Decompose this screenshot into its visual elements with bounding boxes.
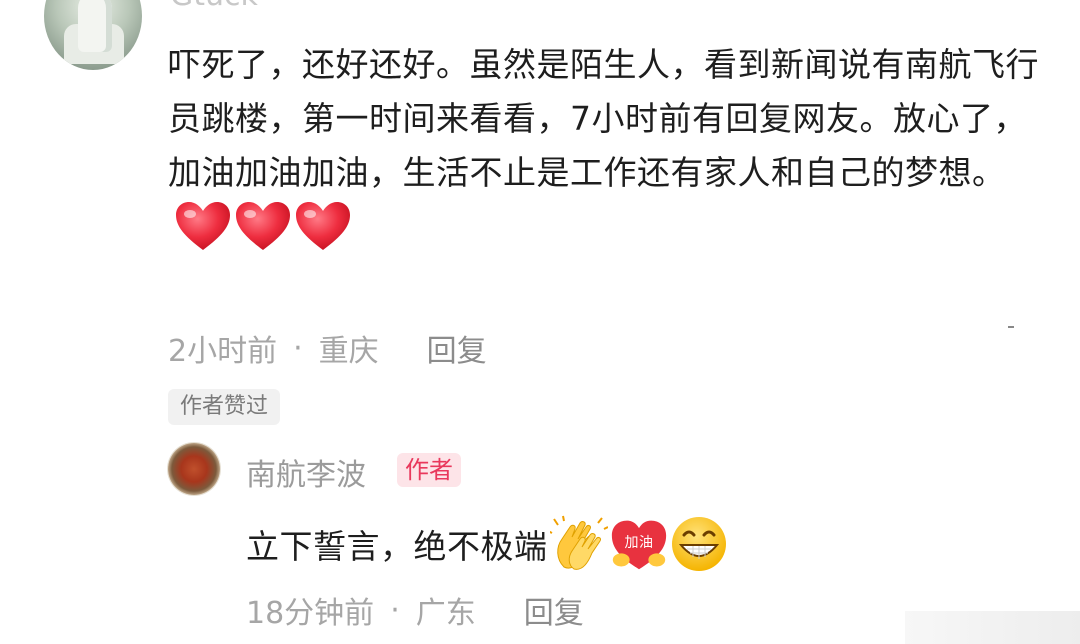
reply-time: 18分钟前 xyxy=(246,596,375,631)
top-comment-avatar[interactable] xyxy=(44,0,142,70)
reply-location: 广东 xyxy=(415,596,476,631)
reply-username[interactable]: 南航李波 xyxy=(246,450,366,494)
grinning-face-icon xyxy=(671,517,726,571)
author-badge: 作者 xyxy=(397,453,461,487)
clapping-hands-icon xyxy=(549,515,608,570)
meta-separator: · xyxy=(293,330,303,366)
top-comment-text: 吓死了，还好还好。虽然是陌生人，看到新闻说有南航飞行员跳楼，第一时间来看看，7小… xyxy=(168,38,1048,256)
jiayou-heart-icon: 加油 xyxy=(611,520,666,570)
meta-separator: · xyxy=(390,592,400,628)
reply-body: 立下誓言，绝不极端 xyxy=(246,527,548,566)
top-comment-location: 重庆 xyxy=(318,334,379,369)
red-heart-icon xyxy=(176,202,230,250)
top-comment-time: 2小时前 xyxy=(168,334,278,369)
reply-meta: 18分钟前 · 广东 回复 xyxy=(246,588,584,632)
top-comment-body: 吓死了，还好还好。虽然是陌生人，看到新闻说有南航飞行员跳楼，第一时间来看看，7小… xyxy=(168,45,1039,192)
bottom-overlay xyxy=(905,611,1080,644)
reply-avatar[interactable] xyxy=(168,443,220,495)
top-comment-reply-button[interactable]: 回复 xyxy=(427,326,487,370)
red-heart-icon xyxy=(296,202,350,250)
author-liked-badge: 作者赞过 xyxy=(168,389,281,425)
reply-reply-button[interactable]: 回复 xyxy=(524,588,584,632)
divider-mark xyxy=(1008,326,1014,328)
reply-text: 立下誓言，绝不极端 加油 xyxy=(246,515,728,573)
jiayou-label: 加油 xyxy=(624,535,653,551)
top-comment-meta: 2小时前 · 重庆 回复 xyxy=(168,326,487,370)
red-heart-icon xyxy=(236,202,290,250)
top-comment-username[interactable]: Gtuck xyxy=(170,0,258,13)
heart-emoji-group xyxy=(174,200,352,252)
